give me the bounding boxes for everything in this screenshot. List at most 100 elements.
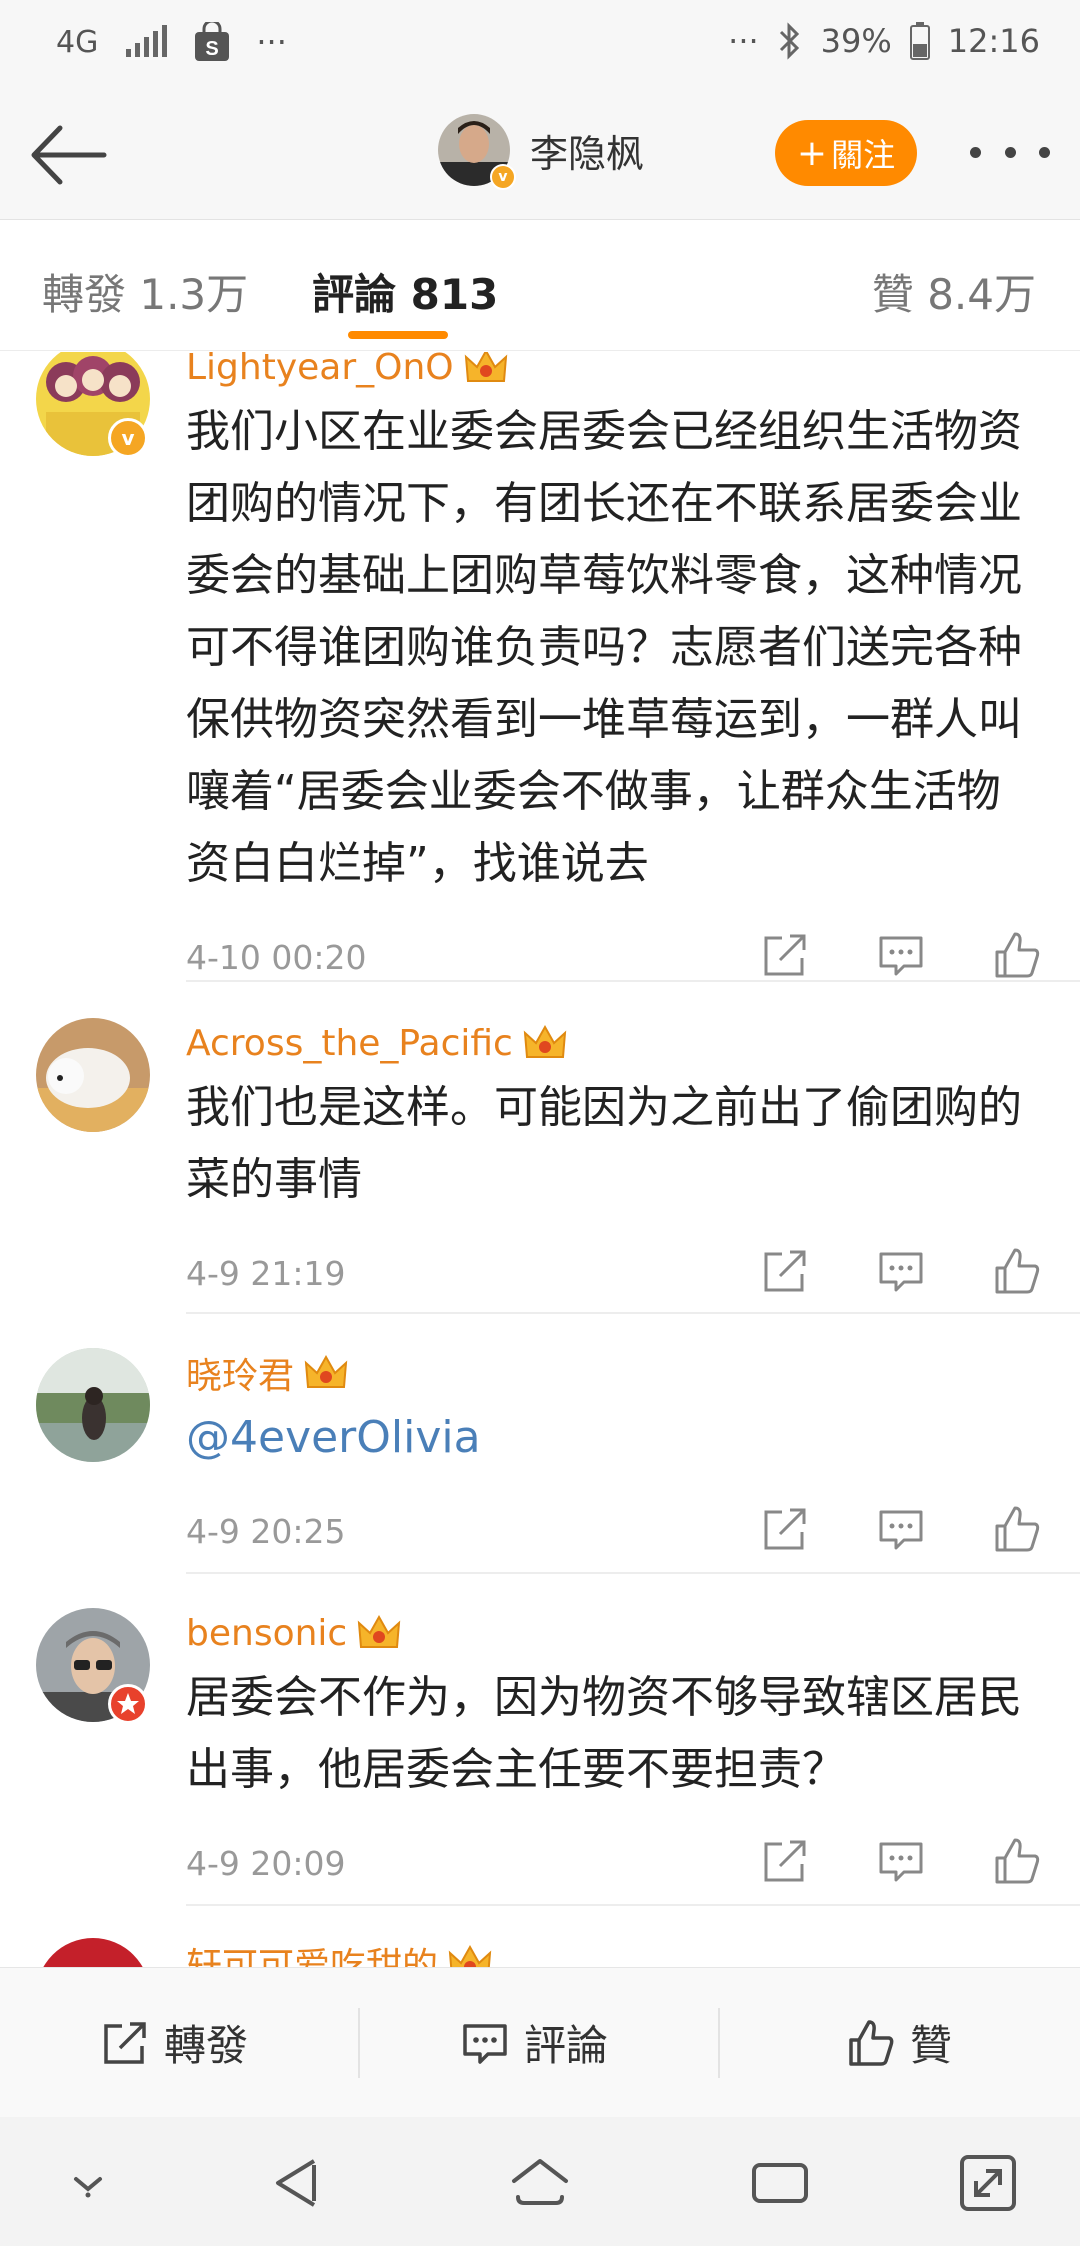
like-label: 贊 <box>910 2021 953 2070</box>
comment-meta: 4-9 20:25 <box>186 1504 1042 1564</box>
status-more: ··· <box>256 23 287 61</box>
recent-apps-icon[interactable] <box>748 2151 812 2215</box>
comment-icon <box>463 2023 507 2064</box>
reply-icon[interactable] <box>876 1504 926 1554</box>
vip-crown-icon <box>464 352 507 382</box>
detail-tabs: 轉發 1.3万 評論 813 贊 8.4万 <box>0 221 1080 351</box>
repost-label: 轉發 <box>164 2021 249 2070</box>
thumbs-up-icon[interactable] <box>992 1246 1042 1296</box>
commenter-name[interactable]: Across_the_Pacific <box>186 1023 513 1064</box>
reply-icon[interactable] <box>876 1246 926 1296</box>
commenter-name-row: bensonic <box>186 1608 1042 1658</box>
vip-crown-icon <box>448 1944 492 1967</box>
commenter-name-row: 晓玲君 <box>186 1348 1042 1398</box>
bluetooth-icon <box>779 22 799 60</box>
commenter-name-row: Across_the_Pacific <box>186 1018 1042 1068</box>
svg-text:S: S <box>206 38 219 60</box>
comment-divider <box>186 1312 1080 1314</box>
comment-actions <box>760 1504 1042 1554</box>
commenter-avatar[interactable] <box>36 1348 150 1462</box>
plus-icon: + <box>796 132 828 174</box>
status-bar: 4G S ··· ··· 39% 12:16 <box>0 0 1080 92</box>
comment-text: 居委会不作为，因为物资不够导致辖区居民出事，他居委会主任要不要担责？ <box>186 1672 1022 1795</box>
verified-badge-icon: v <box>490 164 516 190</box>
back-arrow-icon <box>31 125 107 185</box>
system-nav-bar <box>0 2117 1080 2246</box>
reply-icon[interactable] <box>876 1836 926 1886</box>
more-options-button[interactable] <box>970 132 1050 172</box>
shopping-bag-icon: S <box>195 22 230 61</box>
top-bar: v 李隐枫 + 關注 <box>0 92 1080 220</box>
dot-icon <box>1004 146 1016 158</box>
star-icon <box>117 1693 139 1714</box>
comment-time: 4-9 21:19 <box>186 1254 346 1293</box>
comment-time: 4-9 20:09 <box>186 1844 346 1883</box>
profile-name: 李隐枫 <box>530 131 645 176</box>
back-button[interactable] <box>28 120 108 190</box>
mention-link[interactable]: @4everOlivia <box>186 1402 1042 1474</box>
share-icon[interactable] <box>760 1836 810 1886</box>
follow-button[interactable]: + 關注 <box>775 120 917 186</box>
comment-item: v Lightyear_OnO 我们小区在业委会居委会已经组织生活物资团购的情况… <box>0 352 1080 978</box>
comment-list[interactable]: v Lightyear_OnO 我们小区在业委会居委会已经组织生活物资团购的情况… <box>0 352 1080 1967</box>
commenter-name-row: 轩可可爱吃甜的 <box>186 1938 1042 1967</box>
comment-divider <box>186 1904 1080 1906</box>
comment-actions <box>760 1836 1042 1886</box>
vip-crown-icon <box>304 1354 348 1388</box>
vip-crown-icon <box>523 1024 567 1058</box>
comment-actions <box>760 1246 1042 1296</box>
signal-icon <box>126 25 168 57</box>
comment-item: Across_the_Pacific 我们也是这样。可能因为之前出了偷团购的菜的… <box>0 1018 1080 1294</box>
expand-icon[interactable] <box>956 2151 1020 2215</box>
chevron-down-icon[interactable] <box>56 2151 120 2215</box>
profile-header[interactable]: v 李隐枫 <box>438 114 645 190</box>
thumbs-up-icon[interactable] <box>992 1836 1042 1886</box>
thumbs-up-icon[interactable] <box>992 930 1042 980</box>
dot-icon <box>1039 146 1050 158</box>
avatar-image <box>36 1018 150 1132</box>
status-more-right: ··· <box>728 22 759 60</box>
dot-icon <box>970 146 981 158</box>
verified-badge-icon: v <box>108 418 148 458</box>
comment-time: 4-9 20:25 <box>186 1512 346 1551</box>
bar-separator <box>718 2008 720 2078</box>
comment-divider <box>186 1572 1080 1574</box>
commenter-name[interactable]: 轩可可爱吃甜的 <box>186 1937 438 1967</box>
commenter-name[interactable]: bensonic <box>186 1613 347 1654</box>
repost-button[interactable]: 轉發 <box>100 2012 248 2073</box>
battery-icon <box>909 22 930 60</box>
comment-text: 我们小区在业委会居委会已经组织生活物资团购的情况下，有团长还在不联系居委会业委会… <box>186 406 1022 889</box>
commenter-avatar[interactable] <box>36 1938 150 1967</box>
commenter-avatar[interactable] <box>36 1018 150 1132</box>
reply-icon[interactable] <box>876 930 926 980</box>
share-icon[interactable] <box>760 1246 810 1296</box>
comment-button[interactable]: 評論 <box>460 2012 608 2073</box>
thumbs-up-icon <box>849 2019 894 2066</box>
share-icon[interactable] <box>760 1504 810 1554</box>
back-triangle-icon[interactable] <box>268 2151 332 2215</box>
commenter-name[interactable]: Lightyear_OnO <box>186 352 454 388</box>
comment-item: 轩可可爱吃甜的 <box>0 1938 1080 1967</box>
comment-actions <box>760 930 1042 980</box>
share-icon[interactable] <box>760 930 810 980</box>
avatar-image <box>36 1348 150 1462</box>
comment-item: 晓玲君 @4everOlivia 4-9 20:25 <box>0 1348 1080 1552</box>
network-indicator: 4G <box>56 24 99 60</box>
commenter-name-row: Lightyear_OnO <box>186 352 1042 392</box>
commenter-name[interactable]: 晓玲君 <box>186 1347 294 1399</box>
home-icon[interactable] <box>508 2151 572 2215</box>
bottom-action-bar: 轉發 評論 贊 <box>0 1967 1080 2117</box>
like-button[interactable]: 贊 <box>846 2012 952 2073</box>
thumbs-up-icon[interactable] <box>992 1504 1042 1554</box>
tab-likes[interactable]: 贊 8.4万 <box>872 261 1036 322</box>
comment-item: bensonic 居委会不作为，因为物资不够导致辖区居民出事，他居委会主任要不要… <box>0 1608 1080 1888</box>
comment-meta: 4-9 20:09 <box>186 1836 1042 1896</box>
follow-label: 關注 <box>831 136 896 174</box>
vip-crown-icon <box>358 1614 401 1648</box>
comment-meta: 4-9 21:19 <box>186 1246 1042 1306</box>
share-icon <box>104 2021 146 2064</box>
tab-reposts[interactable]: 轉發 1.3万 <box>42 261 248 322</box>
bar-separator <box>358 2008 360 2078</box>
avatar[interactable]: v <box>438 114 516 190</box>
comment-label: 評論 <box>524 2021 609 2070</box>
